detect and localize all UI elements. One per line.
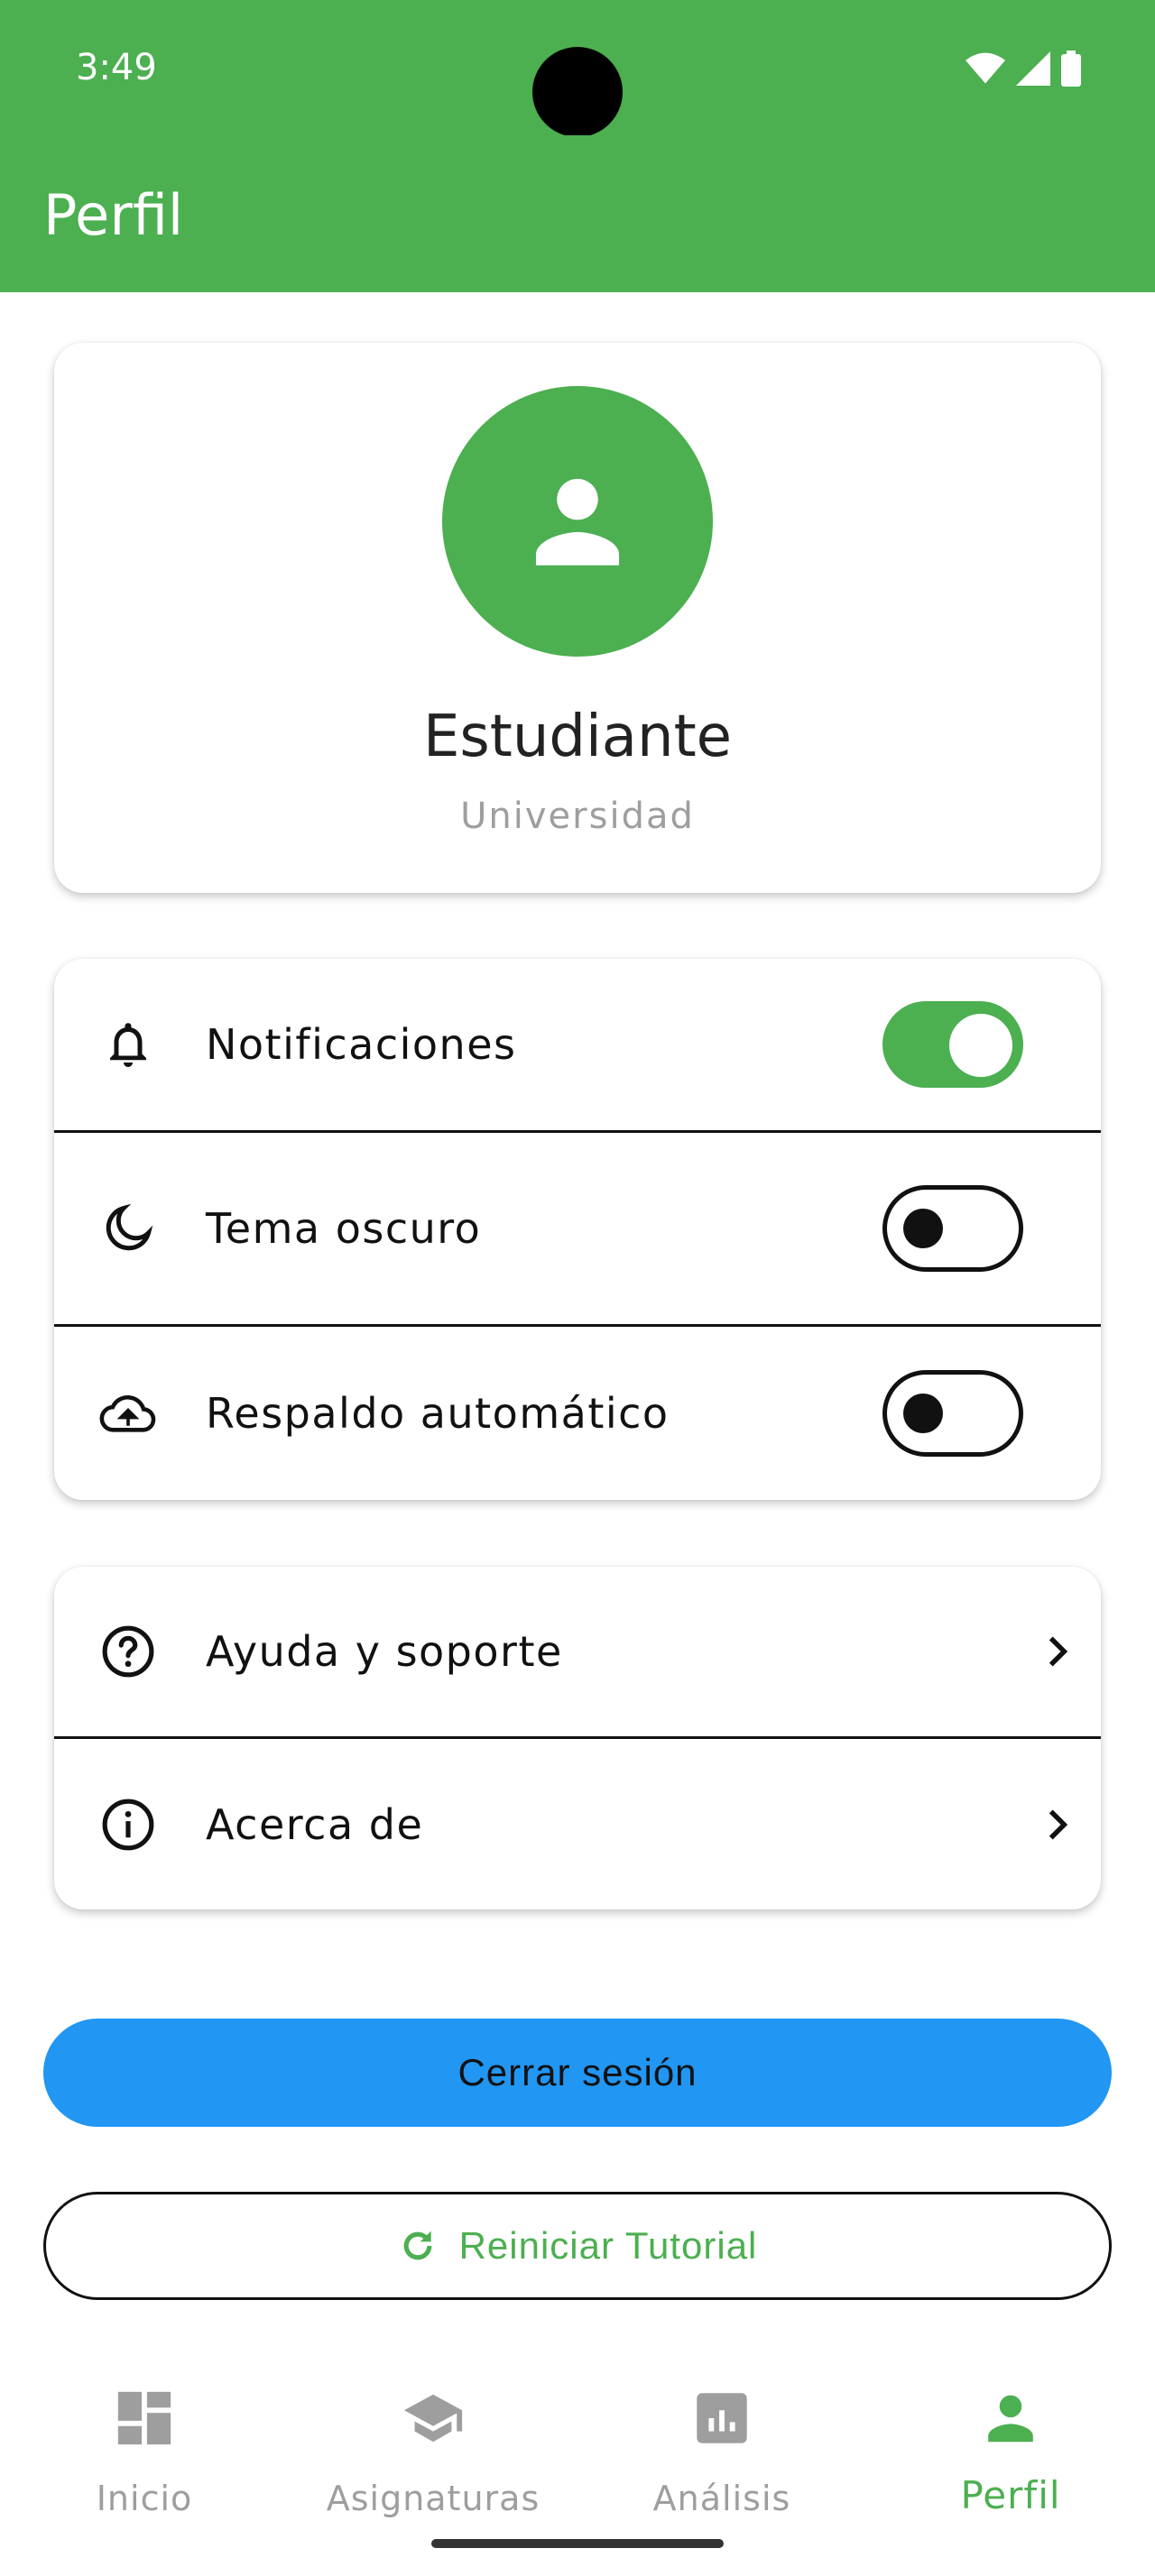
chevron-right-icon <box>1049 1636 1068 1667</box>
notifications-toggle[interactable] <box>882 1001 1023 1088</box>
moon-icon <box>99 1200 157 1257</box>
signal-icon <box>1016 51 1050 86</box>
setting-auto-backup[interactable]: Respaldo automático <box>54 1327 1101 1500</box>
dark-theme-toggle[interactable] <box>882 1185 1023 1272</box>
logout-label: Cerrar sesión <box>457 2051 698 2093</box>
app-bar: Perfil <box>0 135 1155 292</box>
setting-label: Respaldo automático <box>206 1389 670 1438</box>
school-icon <box>403 2394 463 2443</box>
user-name: Estudiante <box>422 704 733 770</box>
person-icon <box>535 478 620 566</box>
reset-tutorial-label: Reiniciar Tutorial <box>458 2224 758 2267</box>
page-title: Perfil <box>43 182 184 248</box>
setting-label: Tema oscuro <box>206 1204 482 1253</box>
help-circle-icon <box>99 1623 157 1680</box>
person-icon <box>988 2395 1033 2443</box>
logout-button[interactable]: Cerrar sesión <box>43 2019 1112 2127</box>
camera-cutout <box>532 47 623 137</box>
auto-backup-toggle[interactable] <box>882 1370 1023 1457</box>
nav-label: Asignaturas <box>326 2479 541 2518</box>
analytics-icon <box>697 2393 747 2443</box>
reset-tutorial-button[interactable]: Reiniciar Tutorial <box>43 2192 1112 2300</box>
cloud-upload-icon <box>99 1385 157 1442</box>
bell-icon <box>99 1016 157 1073</box>
nav-item-perfil[interactable]: Perfil <box>866 2370 1155 2533</box>
refresh-icon <box>403 2231 431 2260</box>
link-label: Acerca de <box>206 1799 424 1849</box>
chevron-right-icon <box>1049 1809 1068 1840</box>
nav-label: Análisis <box>652 2479 791 2518</box>
link-label: Ayuda y soporte <box>206 1627 563 1676</box>
links-card: Ayuda y soporte Acerca de <box>54 1567 1101 1909</box>
avatar <box>442 386 713 657</box>
nav-label: Inicio <box>96 2479 193 2518</box>
nav-label: Perfil <box>960 2473 1061 2517</box>
about-item[interactable]: Acerca de <box>54 1739 1101 1909</box>
home-indicator[interactable] <box>431 2539 724 2548</box>
status-bar: 3:49 <box>0 0 1155 137</box>
status-icons <box>966 51 1081 87</box>
setting-notifications[interactable]: Notificaciones <box>54 959 1101 1130</box>
battery-icon <box>1061 51 1081 87</box>
dashboard-icon <box>117 2391 171 2445</box>
nav-item-asignaturas[interactable]: Asignaturas <box>289 2370 578 2533</box>
profile-card: Estudiante Universidad <box>54 343 1101 893</box>
user-subtitle: Universidad <box>460 796 695 837</box>
nav-item-analisis[interactable]: Análisis <box>578 2370 866 2533</box>
setting-label: Notificaciones <box>206 1020 517 1069</box>
status-time: 3:49 <box>76 47 157 88</box>
info-icon <box>99 1796 157 1854</box>
setting-dark-theme[interactable]: Tema oscuro <box>54 1133 1101 1324</box>
wifi-icon <box>966 52 1005 84</box>
help-support-item[interactable]: Ayuda y soporte <box>54 1567 1101 1736</box>
nav-item-inicio[interactable]: Inicio <box>0 2370 289 2533</box>
settings-card: Notificaciones Tema oscuro Respaldo auto… <box>54 959 1101 1500</box>
